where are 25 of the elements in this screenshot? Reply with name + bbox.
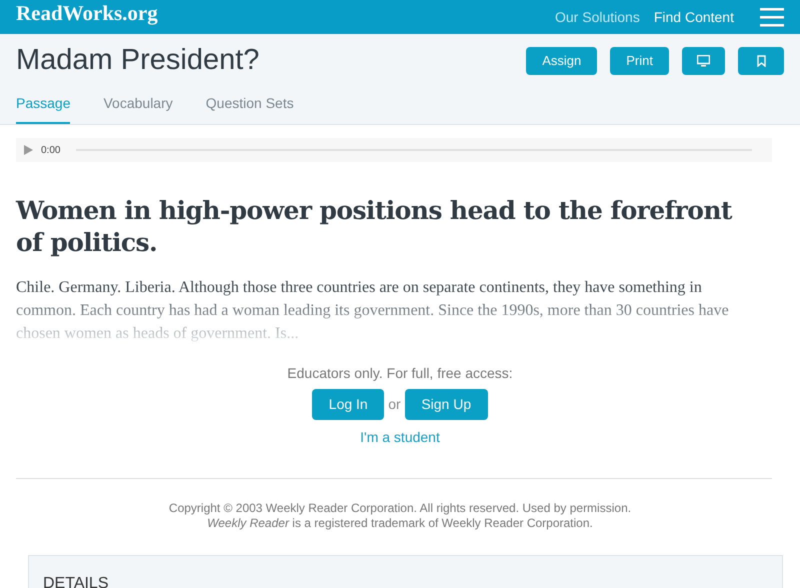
logo[interactable]: ReadWorks.org bbox=[16, 2, 158, 24]
copyright-text: Weekly Reader is a registered trademark of Weekly Reader Corporation. bbox=[207, 516, 593, 531]
tab[interactable]: Question Sets bbox=[206, 93, 294, 124]
monitor-icon bbox=[697, 55, 710, 67]
present-button[interactable] bbox=[682, 47, 725, 75]
menu-icon[interactable] bbox=[760, 7, 784, 27]
login-button[interactable]: Log In bbox=[312, 389, 384, 420]
nav-link[interactable]: Find Content bbox=[654, 6, 734, 28]
action-button[interactable]: Print bbox=[610, 47, 669, 75]
student-link[interactable]: I'm a student bbox=[360, 427, 440, 448]
bookmark-icon bbox=[756, 55, 766, 67]
copyright-text: Copyright © 2003 Weekly Reader Corporation. All rights reserved. Used by permission. bbox=[168, 501, 632, 516]
tab[interactable]: Vocabulary bbox=[103, 93, 173, 124]
page-title: Madam President? bbox=[16, 43, 260, 78]
nav-link[interactable]: Our Solutions bbox=[555, 6, 640, 28]
details-title: DETAILS bbox=[43, 575, 108, 588]
action-button[interactable]: Assign bbox=[526, 47, 598, 75]
access-prompt: Educators only. For full, free access: bbox=[287, 364, 513, 383]
signup-button[interactable]: Sign Up bbox=[404, 389, 488, 420]
or-text: or bbox=[388, 395, 401, 414]
bookmark-button[interactable] bbox=[738, 47, 784, 75]
headline: Women in high-power positions head to the forefront of politics. bbox=[16, 195, 734, 259]
play-icon[interactable] bbox=[24, 145, 33, 155]
audio-time: 0:00 bbox=[41, 144, 60, 158]
tab[interactable]: Passage bbox=[16, 93, 70, 124]
